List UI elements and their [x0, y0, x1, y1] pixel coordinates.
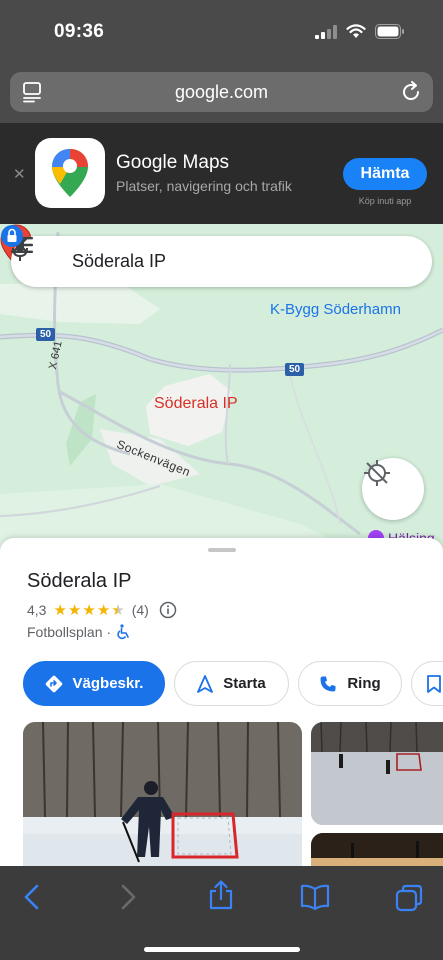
cellular-signal-icon — [315, 24, 337, 39]
place-photo[interactable] — [23, 722, 302, 866]
directions-icon — [45, 675, 62, 692]
separator: · — [106, 624, 112, 640]
url-text[interactable]: google.com — [10, 82, 433, 103]
place-photo[interactable] — [311, 722, 443, 825]
battery-icon — [375, 24, 404, 39]
status-icons — [315, 24, 405, 39]
status-time: 09:36 — [54, 21, 105, 42]
address-bar[interactable]: google.com — [10, 72, 433, 112]
wheelchair-accessible-icon — [117, 624, 129, 640]
app-name: Google Maps — [116, 152, 230, 173]
status-bar: 09:36 — [0, 0, 443, 64]
rating-value: 4,3 — [27, 602, 47, 618]
rating-row[interactable]: 4,3 ★ ★ ★ ★ ★ (4) — [27, 601, 177, 619]
close-icon[interactable]: ✕ — [13, 165, 26, 183]
lock-poi-icon[interactable] — [0, 224, 24, 248]
map-view[interactable]: 50 50 X 641 Sockenvägen Söderala IP Söde… — [0, 224, 443, 554]
phone-icon — [320, 676, 336, 691]
home-indicator[interactable] — [144, 947, 300, 952]
browser-address-area: google.com — [0, 64, 443, 123]
start-label: Starta — [223, 675, 266, 692]
smart-app-banner: ✕ Google Maps Platser, navigering och tr… — [0, 123, 443, 224]
search-input[interactable]: Söderala IP — [72, 251, 166, 272]
wifi-icon — [346, 24, 366, 38]
bookmarks-icon[interactable] — [300, 884, 330, 910]
poi-label[interactable]: K-Bygg Söderhamn — [270, 301, 401, 318]
location-off-icon — [364, 460, 390, 486]
tabs-icon[interactable] — [395, 884, 423, 912]
place-category: Fotbollsplan — [27, 624, 103, 640]
star-icon: ★ — [67, 601, 82, 619]
directions-button[interactable]: Vägbeskr. — [23, 661, 165, 706]
browser-toolbar — [0, 866, 443, 960]
place-title: Söderala IP — [27, 570, 132, 592]
place-map-label[interactable]: Söderala IP — [154, 395, 238, 413]
call-label: Ring — [347, 675, 381, 692]
save-button[interactable] — [411, 661, 443, 706]
info-icon[interactable] — [159, 601, 177, 619]
share-icon[interactable] — [208, 880, 234, 910]
star-icon: ★ — [96, 601, 111, 619]
maps-search-box[interactable]: Söderala IP — [11, 236, 432, 287]
rink-night-photo — [311, 833, 443, 866]
place-details-sheet[interactable]: Söderala IP 4,3 ★ ★ ★ ★ ★ (4) Fotbollspl… — [0, 538, 443, 866]
start-button[interactable]: Starta — [174, 661, 289, 706]
road-shield-50: 50 — [285, 363, 305, 376]
call-button[interactable]: Ring — [298, 661, 402, 706]
half-star-icon: ★ — [111, 601, 125, 619]
category-row: Fotbollsplan · — [27, 624, 131, 640]
directions-label: Vägbeskr. — [72, 675, 144, 692]
google-maps-app-icon[interactable] — [35, 138, 105, 208]
back-icon[interactable] — [22, 884, 42, 910]
my-location-button[interactable] — [362, 458, 424, 520]
maps-pin-logo-icon — [52, 149, 88, 197]
star-icon: ★ — [82, 601, 96, 619]
rink-players-photo — [311, 722, 443, 825]
star-icon: ★ — [53, 601, 67, 619]
get-app-button[interactable]: Hämta — [343, 158, 427, 190]
in-app-purchase-note: Köp inuti app — [358, 196, 412, 206]
app-subtitle: Platser, navigering och trafik — [116, 178, 292, 194]
forward-icon[interactable] — [118, 884, 138, 910]
action-buttons: Vägbeskr. Starta Ring — [23, 661, 443, 706]
place-photo[interactable] — [311, 833, 443, 866]
rating-stars: ★ ★ ★ ★ ★ — [53, 603, 124, 618]
sheet-drag-handle[interactable] — [208, 548, 236, 552]
reload-icon[interactable] — [400, 81, 422, 103]
navigation-arrow-icon — [197, 674, 214, 693]
bookmark-icon — [427, 674, 441, 693]
review-count[interactable]: (4) — [132, 602, 149, 618]
hockey-rink-photo — [23, 722, 302, 866]
